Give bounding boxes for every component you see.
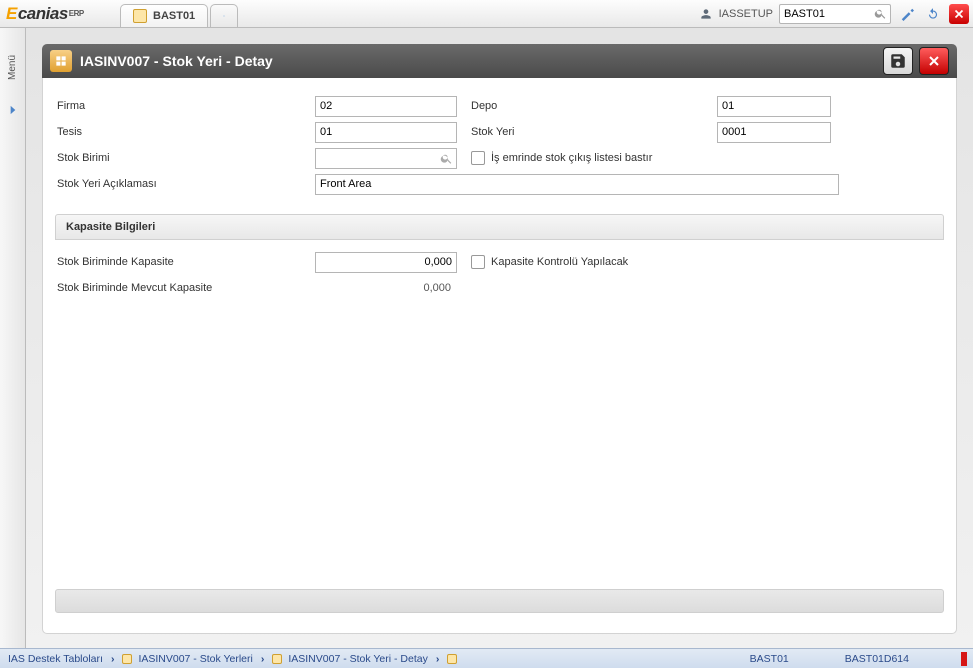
stok-yeri-field[interactable] <box>717 122 831 143</box>
mevcut-kapasite-label: Stok Biriminde Mevcut Kapasite <box>55 282 315 294</box>
side-menu[interactable]: Menü <box>0 28 26 648</box>
section-kapasite-header: Kapasite Bilgileri <box>55 214 944 240</box>
user-name: IASSETUP <box>719 8 773 20</box>
breadcrumb-2[interactable]: IASINV007 - Stok Yerleri <box>114 653 260 665</box>
status-build: BAST01D614 <box>817 653 937 665</box>
breadcrumb-module-icon <box>122 654 132 664</box>
section-kapasite-title: Kapasite Bilgileri <box>66 221 155 233</box>
is-emri-checkbox-label: İş emrinde stok çıkış listesi bastır <box>491 152 652 164</box>
stok-yeri-label: Stok Yeri <box>457 126 717 138</box>
mevcut-kapasite-value: 0,000 <box>315 282 457 294</box>
kapasite-field[interactable] <box>315 252 457 273</box>
search-icon[interactable] <box>874 7 887 20</box>
plus-icon <box>223 9 225 23</box>
breadcrumb-module-icon <box>272 654 282 664</box>
tab-module-icon <box>133 9 147 23</box>
save-icon <box>889 52 907 70</box>
side-menu-expand-icon[interactable] <box>6 103 20 117</box>
side-menu-label: Menü <box>7 55 18 80</box>
depo-field[interactable] <box>717 96 831 117</box>
tesis-label: Tesis <box>55 126 315 138</box>
stok-yeri-aciklama-field[interactable] <box>315 174 839 195</box>
tab-label: BAST01 <box>153 10 195 22</box>
status-module: BAST01 <box>722 653 817 665</box>
kapasite-kontrol-checkbox[interactable] <box>471 255 485 269</box>
window-reload-button[interactable] <box>923 4 943 24</box>
kapasite-label: Stok Biriminde Kapasite <box>55 256 315 268</box>
breadcrumb-1[interactable]: IAS Destek Tabloları <box>0 653 111 665</box>
new-tab-button[interactable] <box>210 4 238 27</box>
app-logo: EcaniasERP <box>0 0 118 27</box>
cancel-button[interactable] <box>919 47 949 75</box>
close-icon <box>926 53 942 69</box>
firma-field[interactable] <box>315 96 457 117</box>
kapasite-kontrol-label: Kapasite Kontrolü Yapılacak <box>491 256 628 268</box>
breadcrumb-module-icon <box>447 654 457 664</box>
window-module-icon <box>50 50 72 72</box>
depo-label: Depo <box>457 100 717 112</box>
lookup-icon[interactable] <box>440 152 453 165</box>
user-icon <box>699 7 713 21</box>
breadcrumb-3[interactable]: IASINV007 - Stok Yeri - Detay <box>264 653 435 665</box>
stok-yeri-aciklama-label: Stok Yeri Açıklaması <box>55 178 315 190</box>
window-title: IASINV007 - Stok Yeri - Detay <box>80 53 877 69</box>
window-wand-button[interactable] <box>897 4 917 24</box>
window-bottom-bar <box>55 589 944 613</box>
is-emri-checkbox[interactable] <box>471 151 485 165</box>
tesis-field[interactable] <box>315 122 457 143</box>
tab-bast01[interactable]: BAST01 <box>120 4 208 27</box>
status-led-icon <box>961 652 967 666</box>
save-button[interactable] <box>883 47 913 75</box>
stok-birimi-label: Stok Birimi <box>55 152 315 164</box>
firma-label: Firma <box>55 100 315 112</box>
window-close-button[interactable] <box>949 4 969 24</box>
window-header: IASINV007 - Stok Yeri - Detay <box>42 44 957 78</box>
stok-birimi-field[interactable] <box>315 148 457 169</box>
